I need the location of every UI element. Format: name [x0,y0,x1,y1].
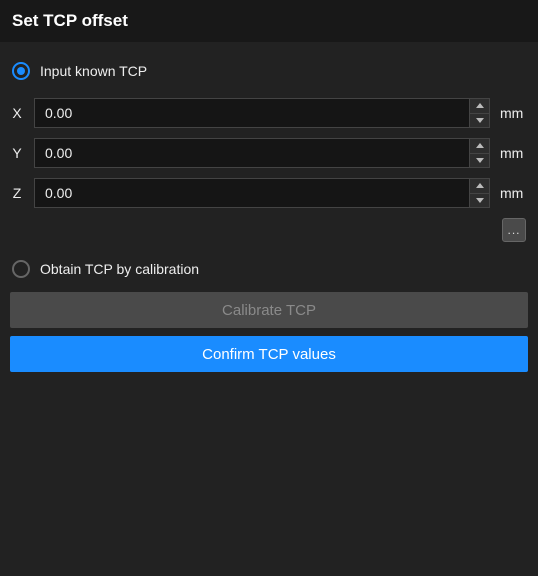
label-z: Z [10,185,24,201]
spinner-z-up[interactable] [470,179,489,194]
spinner-z-down[interactable] [470,194,489,208]
dialog-content: Input known TCP X mm Y mm Z [0,42,538,390]
unit-x: mm [500,105,528,121]
input-z-wrapper [34,178,490,208]
input-x[interactable] [35,99,469,127]
field-x-row: X mm [10,98,528,128]
radio-calibration-label: Obtain TCP by calibration [40,261,199,277]
dialog-title: Set TCP offset [12,11,128,31]
label-y: Y [10,145,24,161]
option-calibration-row[interactable]: Obtain TCP by calibration [10,260,528,278]
more-options-button[interactable]: ... [502,218,526,242]
input-y-wrapper [34,138,490,168]
spinner-x-down[interactable] [470,114,489,128]
spinner-y [469,139,489,167]
spinner-x-up[interactable] [470,99,489,114]
radio-calibration-icon[interactable] [12,260,30,278]
input-z[interactable] [35,179,469,207]
field-y-row: Y mm [10,138,528,168]
calibrate-tcp-button: Calibrate TCP [10,292,528,328]
more-row: ... [10,218,528,242]
unit-y: mm [500,145,528,161]
spinner-x [469,99,489,127]
spinner-y-up[interactable] [470,139,489,154]
input-x-wrapper [34,98,490,128]
label-x: X [10,105,24,121]
confirm-tcp-button[interactable]: Confirm TCP values [10,336,528,372]
spinner-y-down[interactable] [470,154,489,168]
title-bar: Set TCP offset [0,0,538,42]
radio-input-known-label: Input known TCP [40,63,147,79]
input-y[interactable] [35,139,469,167]
field-z-row: Z mm [10,178,528,208]
option-input-known-row[interactable]: Input known TCP [10,62,528,80]
radio-input-known-icon[interactable] [12,62,30,80]
spinner-z [469,179,489,207]
unit-z: mm [500,185,528,201]
